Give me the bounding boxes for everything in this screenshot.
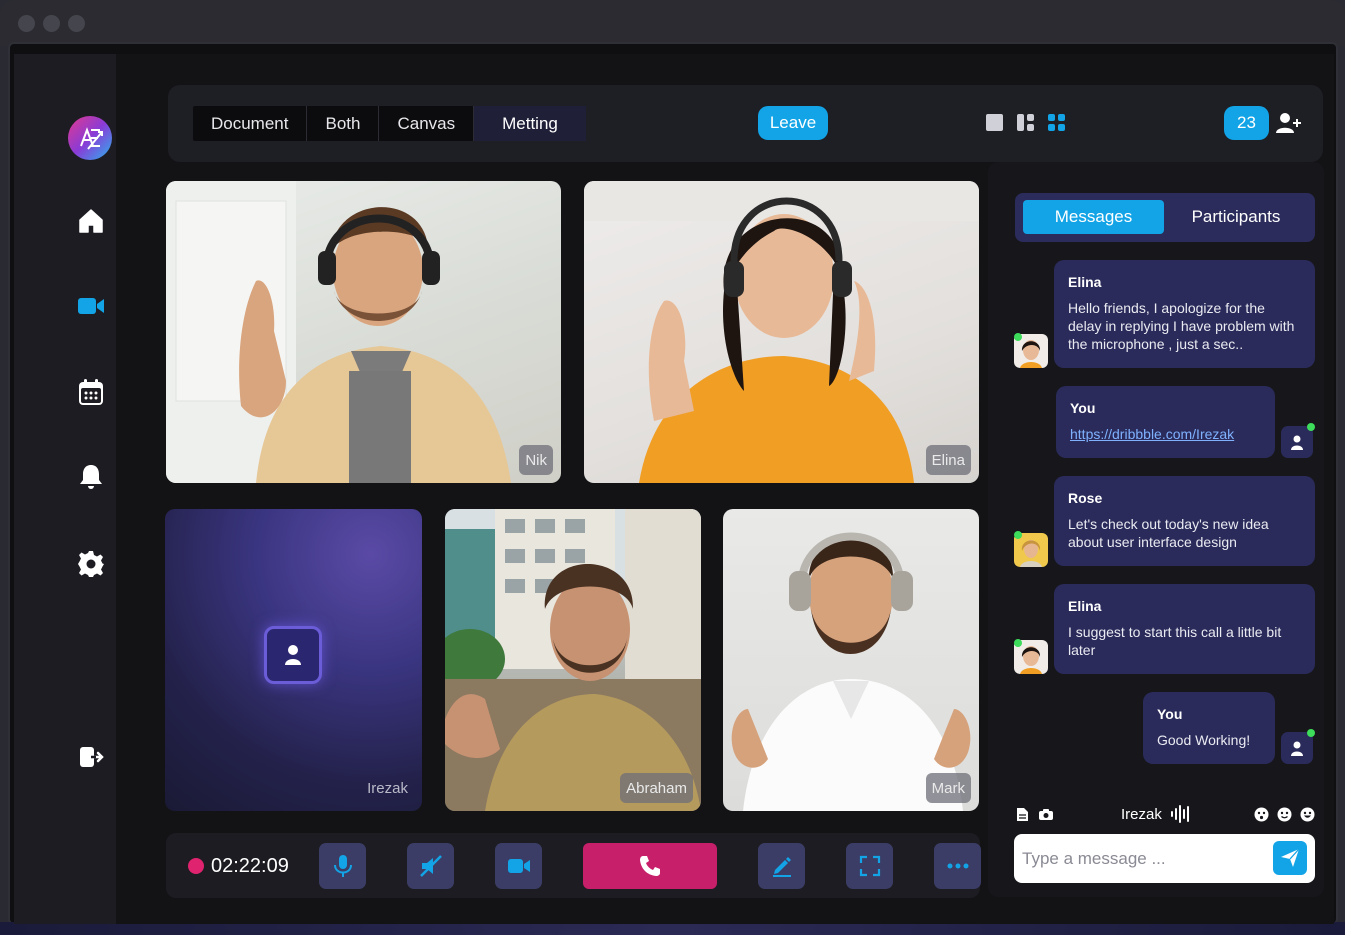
recording-indicator [188, 858, 204, 874]
camera-icon [507, 859, 530, 873]
video-tile-nik[interactable]: Nik [166, 181, 561, 483]
window-maximize-button[interactable] [68, 15, 85, 32]
window-minimize-button[interactable] [43, 15, 60, 32]
phone-icon [640, 856, 660, 876]
message-bubble: Elina I suggest to start this call a lit… [1054, 584, 1315, 674]
message-sender: You [1070, 400, 1096, 416]
message-bubble: Elina Hello friends, I apologize for the… [1054, 260, 1315, 368]
video-tile-abraham[interactable]: Abraham [445, 509, 701, 811]
view-tabs: Document Both Canvas Metting [193, 106, 586, 141]
tab-both[interactable]: Both [307, 106, 380, 141]
message-composer [1014, 834, 1315, 883]
tab-document[interactable]: Document [193, 106, 308, 141]
online-indicator [1014, 333, 1022, 341]
message-link[interactable]: https://dribbble.com/Irezak [1070, 425, 1261, 443]
file-icon[interactable] [1016, 807, 1029, 827]
leave-button[interactable]: Leave [758, 106, 828, 140]
tab-canvas[interactable]: Canvas [379, 106, 475, 141]
message-text: Hello friends, I apologize for the delay… [1068, 300, 1295, 352]
participant-video-mark [731, 532, 971, 811]
add-user-icon[interactable] [1276, 112, 1302, 134]
calendar-icon[interactable] [76, 377, 106, 407]
fullscreen-icon [859, 855, 880, 877]
message-input[interactable] [1022, 846, 1262, 872]
message-sender: Elina [1068, 598, 1102, 614]
window-titlebar [0, 0, 1345, 46]
emoji-surprised-icon[interactable] [1254, 807, 1269, 827]
tab-participants[interactable]: Participants [1168, 200, 1304, 234]
participant-name-tag: Mark [925, 773, 971, 803]
participant-video-nik [166, 181, 511, 483]
online-indicator [1307, 729, 1315, 737]
participant-name-tag: Irezak [367, 779, 408, 797]
message-sender: Elina [1068, 274, 1102, 290]
grid-view-icon[interactable] [1047, 113, 1066, 137]
user-icon [1281, 732, 1313, 764]
tab-messages[interactable]: Messages [1023, 200, 1164, 234]
draw-icon [772, 857, 791, 877]
participant-video-abraham [445, 509, 701, 811]
online-indicator [1014, 531, 1022, 539]
camera-button[interactable] [495, 843, 542, 889]
emoji-happy-icon[interactable] [1300, 807, 1315, 827]
video-tile-mark[interactable]: Mark [723, 509, 979, 811]
microphone-icon [333, 855, 352, 877]
split-view-icon[interactable] [1016, 113, 1035, 137]
microphone-button[interactable] [319, 843, 366, 889]
message-bubble: Rose Let's check out today's new idea ab… [1054, 476, 1315, 566]
participant-name-tag: Abraham [620, 773, 693, 803]
participants-count-badge[interactable]: 23 [1224, 106, 1269, 140]
ae-logo-icon[interactable] [68, 116, 112, 160]
composer-toolbar [1014, 803, 1316, 827]
message-text: I suggest to start this call a little bi… [1068, 624, 1282, 658]
video-tile-elina[interactable]: Elina [584, 181, 979, 483]
send-button[interactable] [1273, 841, 1307, 875]
call-timer: 02:22:09 [211, 855, 289, 877]
message-text: Let's check out today's new idea about u… [1068, 516, 1269, 550]
message-sender: Rose [1068, 490, 1103, 506]
draw-button[interactable] [758, 843, 805, 889]
user-icon [264, 626, 322, 684]
online-indicator [1014, 639, 1022, 647]
send-icon [1281, 848, 1300, 867]
speaker-muted-icon [419, 855, 442, 877]
participant-name-tag: Elina [925, 445, 971, 475]
current-user-name: Irezak [1121, 806, 1162, 823]
message-bubble-own: You Good Working! [1143, 692, 1275, 764]
more-icon [947, 863, 968, 869]
message-sender: You [1157, 706, 1183, 722]
participant-video-elina [584, 181, 979, 483]
message-bubble-own: You https://dribbble.com/Irezak [1056, 386, 1275, 458]
bell-icon[interactable] [76, 462, 106, 492]
user-icon [1281, 426, 1313, 458]
video-camera-icon[interactable] [76, 291, 106, 321]
end-call-button[interactable] [583, 843, 717, 889]
home-icon[interactable] [76, 206, 106, 236]
logout-icon[interactable] [76, 742, 106, 772]
emoji-smile-icon[interactable] [1277, 807, 1292, 827]
speaker-button[interactable] [407, 843, 454, 889]
single-view-icon[interactable] [985, 113, 1004, 137]
gear-icon[interactable] [76, 549, 106, 579]
fullscreen-button[interactable] [846, 843, 893, 889]
more-options-button[interactable] [934, 843, 981, 889]
voice-wave-icon[interactable] [1170, 804, 1190, 829]
window-close-button[interactable] [18, 15, 35, 32]
participant-name-tag: Nik [519, 445, 553, 475]
video-tile-irezak[interactable]: Irezak [165, 509, 422, 811]
layout-switcher [985, 113, 1066, 137]
camera-icon[interactable] [1038, 808, 1054, 826]
online-indicator [1307, 423, 1315, 431]
message-text: Good Working! [1157, 732, 1251, 748]
tab-meeting[interactable]: Metting [474, 106, 586, 141]
